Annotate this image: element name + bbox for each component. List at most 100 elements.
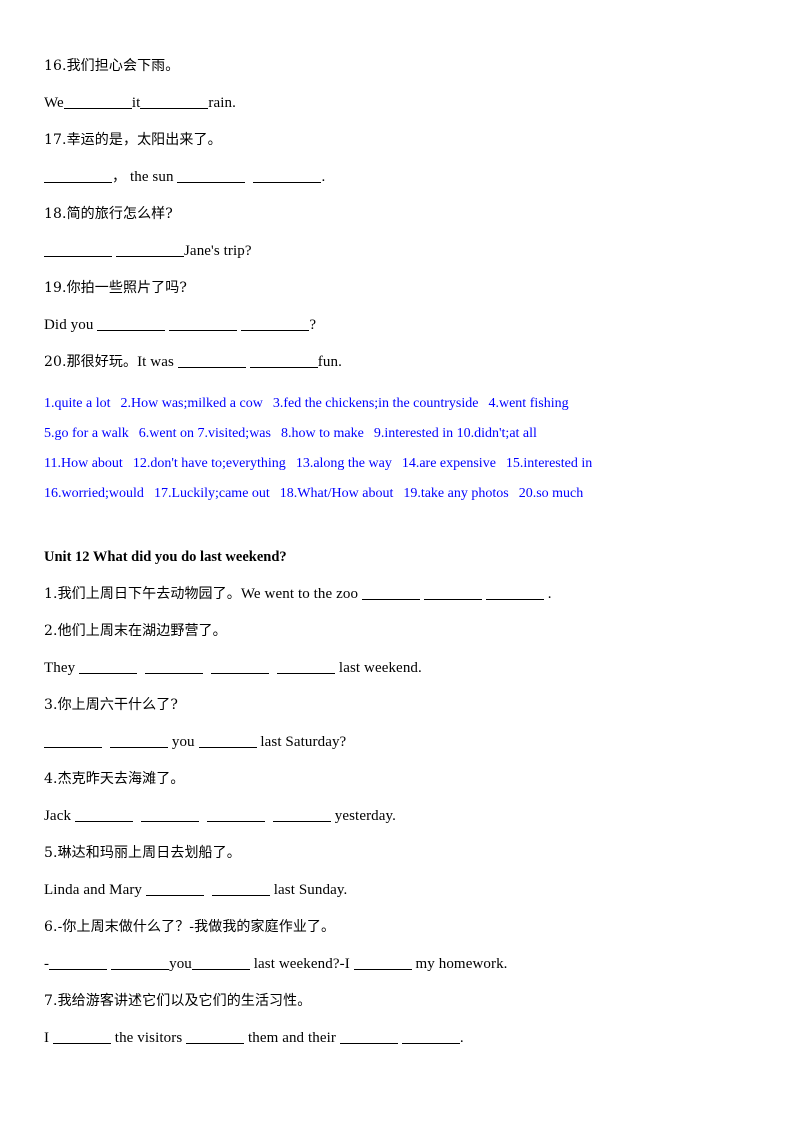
fill-blank[interactable] (353, 956, 412, 970)
answer-text-u12-1a: We went to the zoo (240, 586, 362, 602)
fill-blank[interactable] (44, 243, 112, 257)
fill-blank[interactable] (401, 1030, 460, 1044)
fill-blank[interactable] (145, 882, 204, 896)
fill-blank[interactable] (191, 956, 250, 970)
question-prompt-20: 20.那很好玩。It was fun. (44, 344, 750, 381)
fill-blank[interactable] (111, 956, 170, 970)
answer-text-16b: it (131, 95, 141, 111)
answer-text-17c: . (321, 169, 326, 185)
fill-blank[interactable] (116, 243, 184, 257)
answer-key-line: 1.quite a lot 2.How was;milked a cow 3.fed… (44, 389, 750, 419)
question-number-17: 17. (44, 132, 67, 148)
answer-key-item: 12.don't have to;everything (132, 456, 286, 471)
question-prompt-u12-3: 3.你上周六干什么了? (44, 687, 750, 724)
answer-line-u12-5: Linda and Mary last Sunday. (44, 872, 750, 909)
question-prompt-17: 17.幸运的是，太阳出来了。 (44, 122, 750, 159)
question-number-u12-7: 7. (44, 993, 58, 1009)
fill-blank[interactable] (74, 808, 133, 822)
fill-blank[interactable] (485, 586, 544, 600)
unit12-section: Unit 12 What did you do last weekend? 1.… (44, 539, 750, 1057)
fill-blank[interactable] (110, 734, 168, 748)
answer-key-item: 3.fed the chickens;in the countryside (272, 396, 479, 411)
unit11-tail-section: 16.我们担心会下雨。 We it rain. 17.幸运的是，太阳出来了。 ， t… (44, 48, 750, 381)
question-chinese-u12-3: 你上周六干什么了? (57, 697, 178, 713)
answer-line-u12-7: I the visitors them and their . (44, 1020, 750, 1057)
answer-text-19a: Did you (44, 317, 98, 333)
fill-blank[interactable] (211, 660, 270, 674)
fill-blank[interactable] (253, 169, 322, 183)
fill-blank[interactable] (277, 660, 336, 674)
fill-blank[interactable] (177, 169, 246, 183)
unit12-heading: Unit 12 What did you do last weekend? (44, 549, 287, 565)
fill-blank[interactable] (63, 95, 132, 109)
fill-blank[interactable] (272, 808, 331, 822)
fill-blank[interactable] (198, 734, 257, 748)
answer-text-u12-6b: you (169, 956, 192, 972)
answer-text-u12-5b: last Sunday. (269, 882, 348, 898)
fill-blank[interactable] (49, 956, 108, 970)
question-prompt-u12-5: 5.琳达和玛丽上周日去划船了。 (44, 835, 750, 872)
answer-line-u12-3: you last Saturday? (44, 724, 750, 761)
question-number-18: 18. (44, 206, 67, 222)
answer-text-u12-2b: last weekend. (335, 660, 422, 676)
question-prompt-u12-4: 4.杰克昨天去海滩了。 (44, 761, 750, 798)
answer-key-item: 11.How about (44, 456, 123, 471)
answer-line-19: Did you ? (44, 307, 750, 344)
fill-blank[interactable] (44, 734, 102, 748)
question-chinese-19: 你拍一些照片了吗? (66, 280, 187, 296)
answer-text-17a: ， (112, 169, 127, 185)
answer-text-u12-7a: I (44, 1030, 53, 1046)
question-number-u12-2: 2. (44, 623, 58, 639)
question-chinese-17: 幸运的是，太阳出来了。 (66, 132, 222, 148)
fill-blank[interactable] (177, 354, 246, 368)
fill-blank[interactable] (97, 317, 166, 331)
answer-line-u12-6: - you last weekend?-I my homework. (44, 946, 750, 983)
answer-key-line: 11.How about 12.don't have to;everything 1… (44, 449, 750, 479)
question-chinese-u12-1: 我们上周日下午去动物园了。 (57, 586, 241, 602)
answer-key-block: 1.quite a lot 2.How was;milked a cow 3.fed… (44, 389, 750, 509)
answer-text-17b: the sun (126, 169, 178, 185)
fill-blank[interactable] (211, 882, 270, 896)
answer-text-u12-4a: Jack (44, 808, 75, 824)
fill-blank[interactable] (145, 660, 204, 674)
fill-blank[interactable] (361, 586, 420, 600)
answer-text-u12-5a: Linda and Mary (44, 882, 146, 898)
question-prompt-u12-6: 6.-你上周末做什么了？-我做我的家庭作业了。 (44, 909, 750, 946)
answer-key-item: 4.went fishing (488, 396, 569, 411)
question-chinese-18: 简的旅行怎么样? (66, 206, 173, 222)
fill-blank[interactable] (140, 808, 199, 822)
question-prompt-16: 16.我们担心会下雨。 (44, 48, 750, 85)
fill-blank[interactable] (140, 95, 209, 109)
fill-blank[interactable] (206, 808, 265, 822)
fill-blank[interactable] (423, 586, 482, 600)
answer-key-line: 5.go for a walk 6.went on 7.visited;was 8.… (44, 419, 750, 449)
question-chinese-u12-6: -你上周末做什么了？-我做我的家庭作业了。 (57, 919, 336, 935)
question-chinese-u12-5: 琳达和玛丽上周日去划船了。 (57, 845, 241, 861)
answer-text-20a: It was (137, 354, 178, 370)
answer-key-item: 18.What/How about (279, 486, 394, 501)
answer-line-16: We it rain. (44, 85, 750, 122)
question-prompt-18: 18.简的旅行怎么样? (44, 196, 750, 233)
answer-text-u12-6c: last weekend?-I (249, 956, 354, 972)
fill-blank[interactable] (339, 1030, 398, 1044)
answer-key-item: 5.go for a walk (44, 426, 129, 441)
question-chinese-u12-7: 我给游客讲述它们以及它们的生活习性。 (57, 993, 312, 1009)
fill-blank[interactable] (241, 317, 310, 331)
question-number-16: 16. (44, 58, 67, 74)
fill-blank[interactable] (186, 1030, 245, 1044)
question-prompt-u12-2: 2.他们上周末在湖边野营了。 (44, 613, 750, 650)
answer-key-item: 20.so much (518, 486, 584, 501)
answer-key-item: 6.went on 7.visited;was (138, 426, 271, 441)
answer-key-item: 9.interested in 10.didn't;at all (373, 426, 537, 441)
question-number-19: 19. (44, 280, 67, 296)
fill-blank[interactable] (52, 1030, 111, 1044)
answer-text-u12-3a: you (168, 734, 199, 750)
document-content: 16.我们担心会下雨。 We it rain. 17.幸运的是，太阳出来了。 ， t… (44, 48, 750, 1057)
answer-text-u12-2a: They (44, 660, 80, 676)
fill-blank[interactable] (79, 660, 138, 674)
answer-key-item: 13.along the way (295, 456, 392, 471)
answer-key-item: 15.interested in (505, 456, 593, 471)
fill-blank[interactable] (44, 169, 112, 183)
fill-blank[interactable] (169, 317, 238, 331)
fill-blank[interactable] (249, 354, 318, 368)
